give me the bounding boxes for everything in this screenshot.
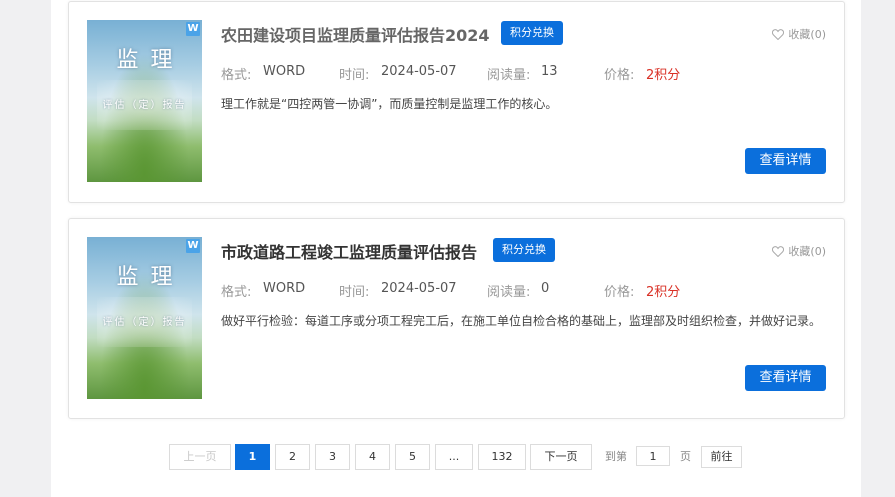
reads-label: 阅读量: [487,285,531,300]
document-cover-image[interactable]: 监理 评估（定）报告 W [87,237,202,399]
cover-subtitle: 评估（定）报告 [102,317,187,328]
time-value: 2024-05-07 [381,64,457,79]
page-unit-label: 页 [680,450,691,463]
page-button-3[interactable]: 3 [315,444,350,470]
format-value: WORD [263,64,306,79]
page-button-2[interactable]: 2 [275,444,310,470]
cover-title: 监理 [116,48,185,73]
price-value: 2积分 [646,285,681,300]
word-file-icon: W [186,22,200,36]
document-card: 监理 评估（定）报告 W 市政道路工程竣工监理质量评估报告 积分兑换 收藏(0)… [68,218,845,419]
document-description: 理工作就是“四控两管一协调”，而质量控制是监理工作的核心。 [221,97,558,111]
favorite-button[interactable]: 收藏(0) [772,26,826,42]
page-ellipsis-button[interactable]: ... [435,444,473,470]
goto-label: 到第 [605,450,627,463]
prev-page-button[interactable]: 上一页 [169,444,231,470]
document-card: 监理 评估（定）报告 W 农田建设项目监理质量评估报告2024 积分兑换 收藏(… [68,1,845,203]
reads-value: 13 [541,64,558,79]
reads-label: 阅读量: [487,68,531,83]
reads-value: 0 [541,281,550,296]
time-label: 时间: [339,68,370,83]
page-button-last[interactable]: 132 [478,444,526,470]
page-button-4[interactable]: 4 [355,444,390,470]
price-value: 2积分 [646,68,681,83]
document-description: 做好平行检验：每道工序或分项工程完工后，在施工单位自检合格的基础上，监理部及时组… [221,314,822,328]
document-title[interactable]: 市政道路工程竣工监理质量评估报告 [221,239,477,263]
format-value: WORD [263,281,306,296]
pagination: 上一页 1 2 3 4 5 ... 132 下一页 到第 页 前往 [0,444,895,470]
favorite-button[interactable]: 收藏(0) [772,243,826,259]
format-label: 格式: [221,285,252,300]
points-exchange-button[interactable]: 积分兑换 [493,238,555,262]
points-exchange-button[interactable]: 积分兑换 [501,21,563,45]
document-cover-image[interactable]: 监理 评估（定）报告 W [87,20,202,182]
price-label: 价格: [604,68,635,83]
cover-title: 监理 [116,265,185,290]
time-value: 2024-05-07 [381,281,457,296]
word-file-icon: W [186,239,200,253]
view-details-button[interactable]: 查看详情 [745,365,826,391]
page-button-5[interactable]: 5 [395,444,430,470]
heart-icon [772,245,785,257]
heart-icon [772,28,785,40]
format-label: 格式: [221,68,252,83]
document-title[interactable]: 农田建设项目监理质量评估报告2024 [221,22,490,46]
time-label: 时间: [339,285,370,300]
cover-subtitle: 评估（定）报告 [102,100,187,111]
favorite-count: 收藏(0) [788,245,826,258]
goto-page-input[interactable] [636,446,670,466]
next-page-button[interactable]: 下一页 [530,444,592,470]
view-details-button[interactable]: 查看详情 [745,148,826,174]
favorite-count: 收藏(0) [788,28,826,41]
page-button-1[interactable]: 1 [235,444,270,470]
price-label: 价格: [604,285,635,300]
go-button[interactable]: 前往 [701,446,742,468]
